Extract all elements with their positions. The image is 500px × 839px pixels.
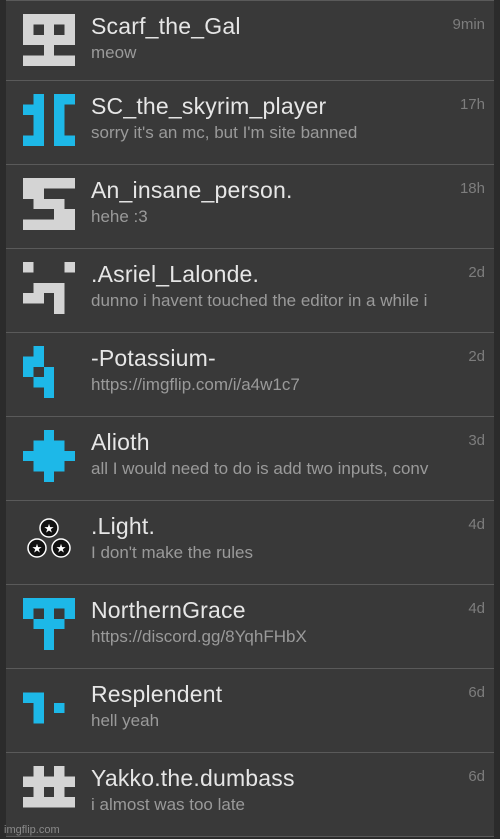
conversation-time: 17h: [459, 96, 485, 113]
conversation-time: 6d: [468, 768, 485, 785]
conversation-time: 18h: [459, 180, 485, 197]
conversation-name: SC_the_skyrim_player: [91, 93, 327, 119]
conversation-item[interactable]: An_insane_person. hehe :3 18h: [6, 165, 494, 249]
conversation-list: Scarf_the_Gal meow 9min SC_the_skyrim_pl…: [0, 0, 500, 837]
conversation-item[interactable]: SC_the_skyrim_player sorry it's an mc, b…: [6, 81, 494, 165]
conversation-name: An_insane_person.: [91, 177, 293, 203]
conversation-time: 6d: [468, 684, 485, 701]
blue-pixel-identicon-icon: [23, 346, 75, 398]
conversation-name: NorthernGrace: [91, 597, 246, 623]
gray-pixel-identicon-icon: [23, 262, 75, 314]
conversation-item[interactable]: Resplendent hell yeah 6d: [6, 669, 494, 753]
blue-pixel-identicon-icon: [23, 682, 75, 734]
conversation-time: 4d: [468, 600, 485, 617]
conversation-name: Resplendent: [91, 681, 223, 707]
conversation-preview: all I would need to do is add two inputs…: [91, 459, 429, 478]
svg-text:★: ★: [44, 522, 55, 536]
conversation-preview: hell yeah: [91, 711, 160, 730]
conversation-time: 4d: [468, 516, 485, 533]
conversation-preview: hehe :3: [91, 207, 148, 226]
svg-text:★: ★: [32, 542, 43, 556]
conversation-name: Alioth: [91, 429, 150, 455]
conversation-item[interactable]: NorthernGrace https://discord.gg/8YqhFHb…: [6, 585, 494, 669]
conversation-name: -Potassium-: [91, 345, 216, 371]
conversation-item[interactable]: Scarf_the_Gal meow 9min: [6, 0, 494, 81]
conversation-time: 2d: [468, 348, 485, 365]
three-stars-icon: ★ ★ ★: [23, 514, 75, 566]
conversation-preview: sorry it's an mc, but I'm site banned: [91, 123, 358, 142]
conversation-time: 2d: [468, 264, 485, 281]
blue-pixel-identicon-icon: [23, 94, 75, 146]
blue-pixel-identicon-icon: [23, 598, 75, 650]
gray-pixel-identicon-icon: [23, 178, 75, 230]
watermark: imgflip.com: [4, 824, 60, 836]
conversation-preview: dunno i havent touched the editor in a w…: [91, 291, 428, 310]
conversation-time: 9min: [452, 16, 485, 33]
conversation-item[interactable]: ★ ★ ★ .Light. I don't make the rules 4d: [6, 501, 494, 585]
conversation-name: .Asriel_Lalonde.: [91, 261, 260, 287]
conversation-item[interactable]: Yakko.the.dumbass i almost was too late …: [6, 753, 494, 837]
blue-pixel-identicon-icon: [23, 430, 75, 482]
gray-pixel-identicon-icon: [23, 14, 75, 66]
conversation-preview: meow: [91, 43, 137, 62]
conversation-name: .Light.: [91, 513, 156, 539]
conversation-time: 3d: [468, 432, 485, 449]
conversation-preview: https://discord.gg/8YqhFHbX: [91, 627, 307, 646]
conversation-name: Scarf_the_Gal: [91, 13, 241, 39]
conversation-item[interactable]: Alioth all I would need to do is add two…: [6, 417, 494, 501]
conversation-item[interactable]: -Potassium- https://imgflip.com/i/a4w1c7…: [6, 333, 494, 417]
conversation-preview: I don't make the rules: [91, 543, 253, 562]
conversation-preview: https://imgflip.com/i/a4w1c7: [91, 375, 300, 394]
conversation-name: Yakko.the.dumbass: [91, 765, 295, 791]
gray-pixel-identicon-icon: [23, 766, 75, 818]
conversation-item[interactable]: .Asriel_Lalonde. dunno i havent touched …: [6, 249, 494, 333]
svg-text:★: ★: [56, 542, 67, 556]
conversation-preview: i almost was too late: [91, 795, 246, 814]
